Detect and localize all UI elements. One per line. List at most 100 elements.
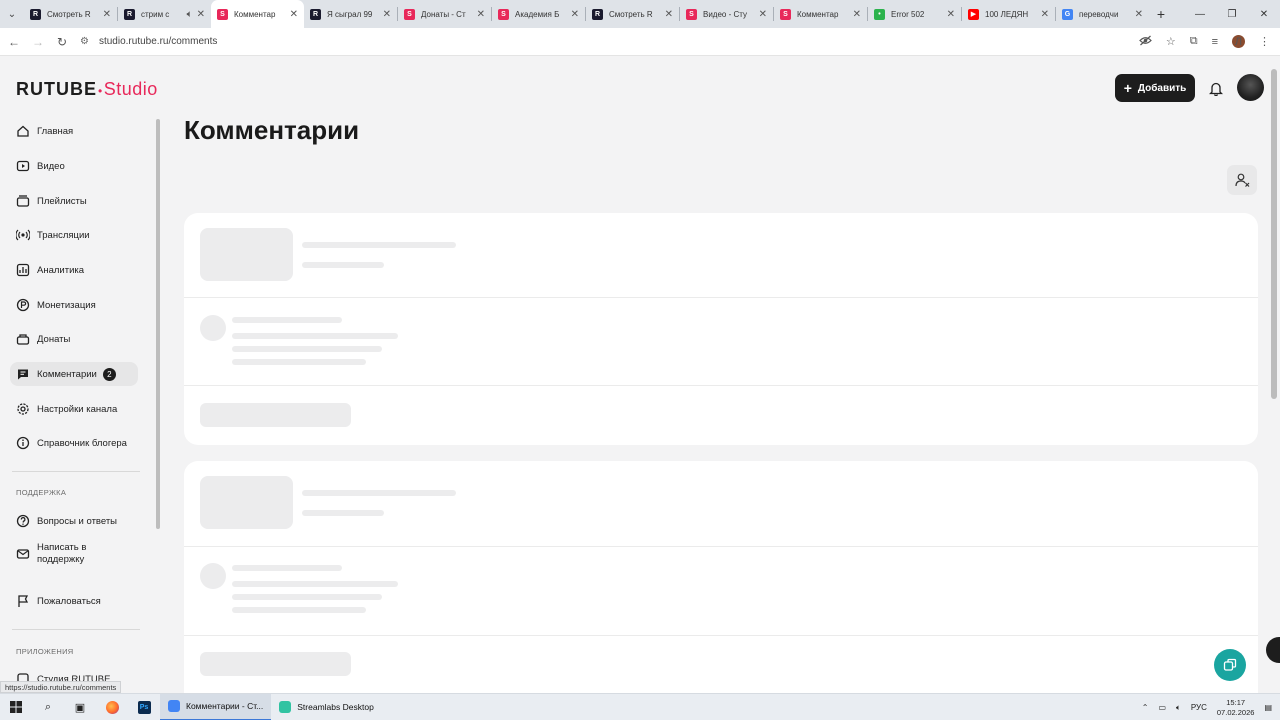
tab-title: Видео - Сту: [703, 9, 748, 19]
add-button[interactable]: + Добавить: [1115, 74, 1195, 102]
tab-close-icon[interactable]: ✕: [290, 9, 298, 20]
browser-tab[interactable]: ▶ 100 ЛЕДЯН ✕: [962, 0, 1055, 28]
notifications-bell-icon[interactable]: [1207, 79, 1225, 97]
comments-skeleton-card: [184, 461, 1258, 693]
browser-tab[interactable]: S Академия Б ✕: [492, 0, 585, 28]
start-icon[interactable]: [0, 694, 32, 720]
app-icon: [279, 701, 292, 713]
skeleton-line: [232, 333, 398, 339]
task-view-icon[interactable]: ▣: [64, 694, 96, 720]
sidebar-item-info[interactable]: Справочник блогера: [10, 431, 138, 455]
side-panel-toggle[interactable]: [1266, 637, 1280, 663]
eye-off-icon[interactable]: [1138, 35, 1152, 49]
sidebar-item-broadcast[interactable]: Трансляции: [10, 223, 138, 247]
sidebar-scrollbar[interactable]: [156, 119, 160, 529]
sidebar-divider: [12, 629, 140, 630]
volume-icon[interactable]: 🔈︎: [1176, 703, 1181, 713]
browser-tab[interactable]: S Комментар ✕: [211, 0, 304, 28]
notification-center-icon[interactable]: ▤: [1264, 703, 1272, 712]
skeleton-line: [302, 490, 456, 496]
tab-close-icon[interactable]: ✕: [477, 9, 485, 20]
site-info-icon[interactable]: ⚙: [80, 36, 89, 47]
browser-tab[interactable]: S Видео - Сту ✕: [680, 0, 773, 28]
browser-tab[interactable]: R Смотреть R ✕: [586, 0, 679, 28]
taskbar-app[interactable]: Streamlabs Desktop: [271, 694, 382, 720]
tab-close-icon[interactable]: ✕: [1135, 9, 1143, 20]
extensions-icon[interactable]: ⧉: [1190, 35, 1198, 48]
divider: [184, 385, 1258, 386]
monetization-icon: [16, 298, 30, 312]
tab-close-icon[interactable]: ✕: [197, 9, 205, 20]
clock[interactable]: 15:17 07.02.2026: [1217, 698, 1255, 718]
sidebar-item-analytics[interactable]: Аналитика: [10, 258, 138, 282]
sidebar-item-mail[interactable]: Написать в поддержку: [10, 537, 138, 571]
reload-icon[interactable]: ↻: [50, 28, 74, 56]
photoshop-icon[interactable]: Ps: [128, 694, 160, 720]
sidebar-item-home[interactable]: Главная: [10, 119, 138, 143]
tab-favicon-icon: •: [874, 8, 885, 20]
tab-close-icon[interactable]: ✕: [947, 9, 955, 20]
tab-close-icon[interactable]: ✕: [1041, 9, 1049, 20]
tab-close-icon[interactable]: ✕: [853, 9, 861, 20]
url-text: studio.rutube.ru/comments: [98, 36, 218, 47]
channel-avatar[interactable]: [1237, 74, 1264, 101]
browser-tab[interactable]: S Комментар ✕: [774, 0, 867, 28]
sidebar-item-video[interactable]: Видео: [10, 154, 138, 178]
blocked-users-button[interactable]: [1227, 165, 1257, 195]
new-tab-icon[interactable]: +: [1149, 6, 1173, 22]
search-icon[interactable]: ⌕: [32, 694, 64, 720]
playlist-icon: [16, 194, 30, 208]
profile-avatar[interactable]: Л: [1232, 35, 1245, 48]
sidebar-item-comments[interactable]: Комментарии 2: [10, 362, 138, 386]
tab-favicon-icon: S: [217, 8, 228, 20]
sidebar-item-help[interactable]: Вопросы и ответы: [10, 509, 138, 533]
tab-favicon-icon: R: [592, 8, 603, 20]
tab-close-icon[interactable]: ✕: [759, 9, 767, 20]
tab-title: Комментар: [234, 9, 276, 19]
sidebar-item-playlist[interactable]: Плейлисты: [10, 189, 138, 213]
media-icon[interactable]: ≡: [1212, 36, 1218, 48]
sidebar-item-label: Настройки канала: [37, 403, 118, 415]
tab-title: Смотреть R: [47, 9, 91, 19]
tab-favicon-icon: S: [686, 8, 697, 20]
close-window-icon[interactable]: ✕: [1248, 0, 1280, 28]
tab-favicon-icon: R: [30, 8, 41, 20]
sidebar-item-label: Комментарии: [37, 368, 97, 380]
donate-icon: [16, 332, 30, 346]
browser-tab[interactable]: Rстрим с 🔈︎ ✕: [118, 0, 211, 28]
browser-menu-icon[interactable]: ⋮: [1259, 35, 1270, 48]
sidebar-item-flag[interactable]: Пожаловаться: [10, 589, 138, 613]
browser-tab[interactable]: R Смотреть R ✕: [24, 0, 117, 28]
tab-audio-icon[interactable]: 🔈︎: [187, 9, 193, 20]
sidebar-item-donate[interactable]: Донаты: [10, 327, 138, 351]
back-icon[interactable]: ←: [2, 28, 26, 56]
browser-tab[interactable]: Gпереводчи ✕: [1056, 0, 1149, 28]
sidebar-item-label: Вопросы и ответы: [37, 515, 118, 527]
page-scrollbar[interactable]: [1271, 69, 1277, 399]
browser-tab[interactable]: S Донаты - Ст ✕: [398, 0, 491, 28]
tab-close-icon[interactable]: ✕: [571, 9, 579, 20]
tab-close-icon[interactable]: ✕: [383, 9, 391, 20]
bookmark-star-icon[interactable]: ☆: [1166, 35, 1176, 48]
taskbar-apps: Комментарии - Ст... Streamlabs Desktop: [160, 693, 382, 720]
taskbar-app[interactable]: Комментарии - Ст...: [160, 693, 272, 720]
tray-chevron-icon[interactable]: ⌃: [1142, 703, 1149, 712]
tab-close-icon[interactable]: ✕: [103, 9, 111, 20]
sidebar-item-monetization[interactable]: Монетизация: [10, 293, 138, 317]
browser-tab[interactable]: R Я сыграл 99 ✕: [304, 0, 397, 28]
sidebar-item-settings[interactable]: Настройки канала: [10, 397, 138, 421]
minimize-icon[interactable]: —: [1184, 0, 1216, 28]
network-icon[interactable]: ▭: [1158, 703, 1166, 712]
rutube-studio-logo[interactable]: RUTUBE • Studio: [16, 79, 158, 100]
support-chat-button[interactable]: [1214, 649, 1246, 681]
url-field[interactable]: ⚙ studio.rutube.ru/comments: [80, 31, 1170, 53]
tab-search-icon[interactable]: ⌄: [0, 0, 24, 28]
forward-icon[interactable]: →: [26, 28, 50, 56]
restore-icon[interactable]: ❐: [1216, 0, 1248, 28]
tab-close-icon[interactable]: ✕: [665, 9, 673, 20]
firefox-icon[interactable]: [96, 694, 128, 720]
browser-tab[interactable]: • Error 502 ✕: [868, 0, 961, 28]
language-indicator[interactable]: РУС: [1191, 703, 1207, 712]
sidebar-item-label: Донаты: [37, 333, 71, 345]
skeleton-button: [200, 652, 351, 676]
